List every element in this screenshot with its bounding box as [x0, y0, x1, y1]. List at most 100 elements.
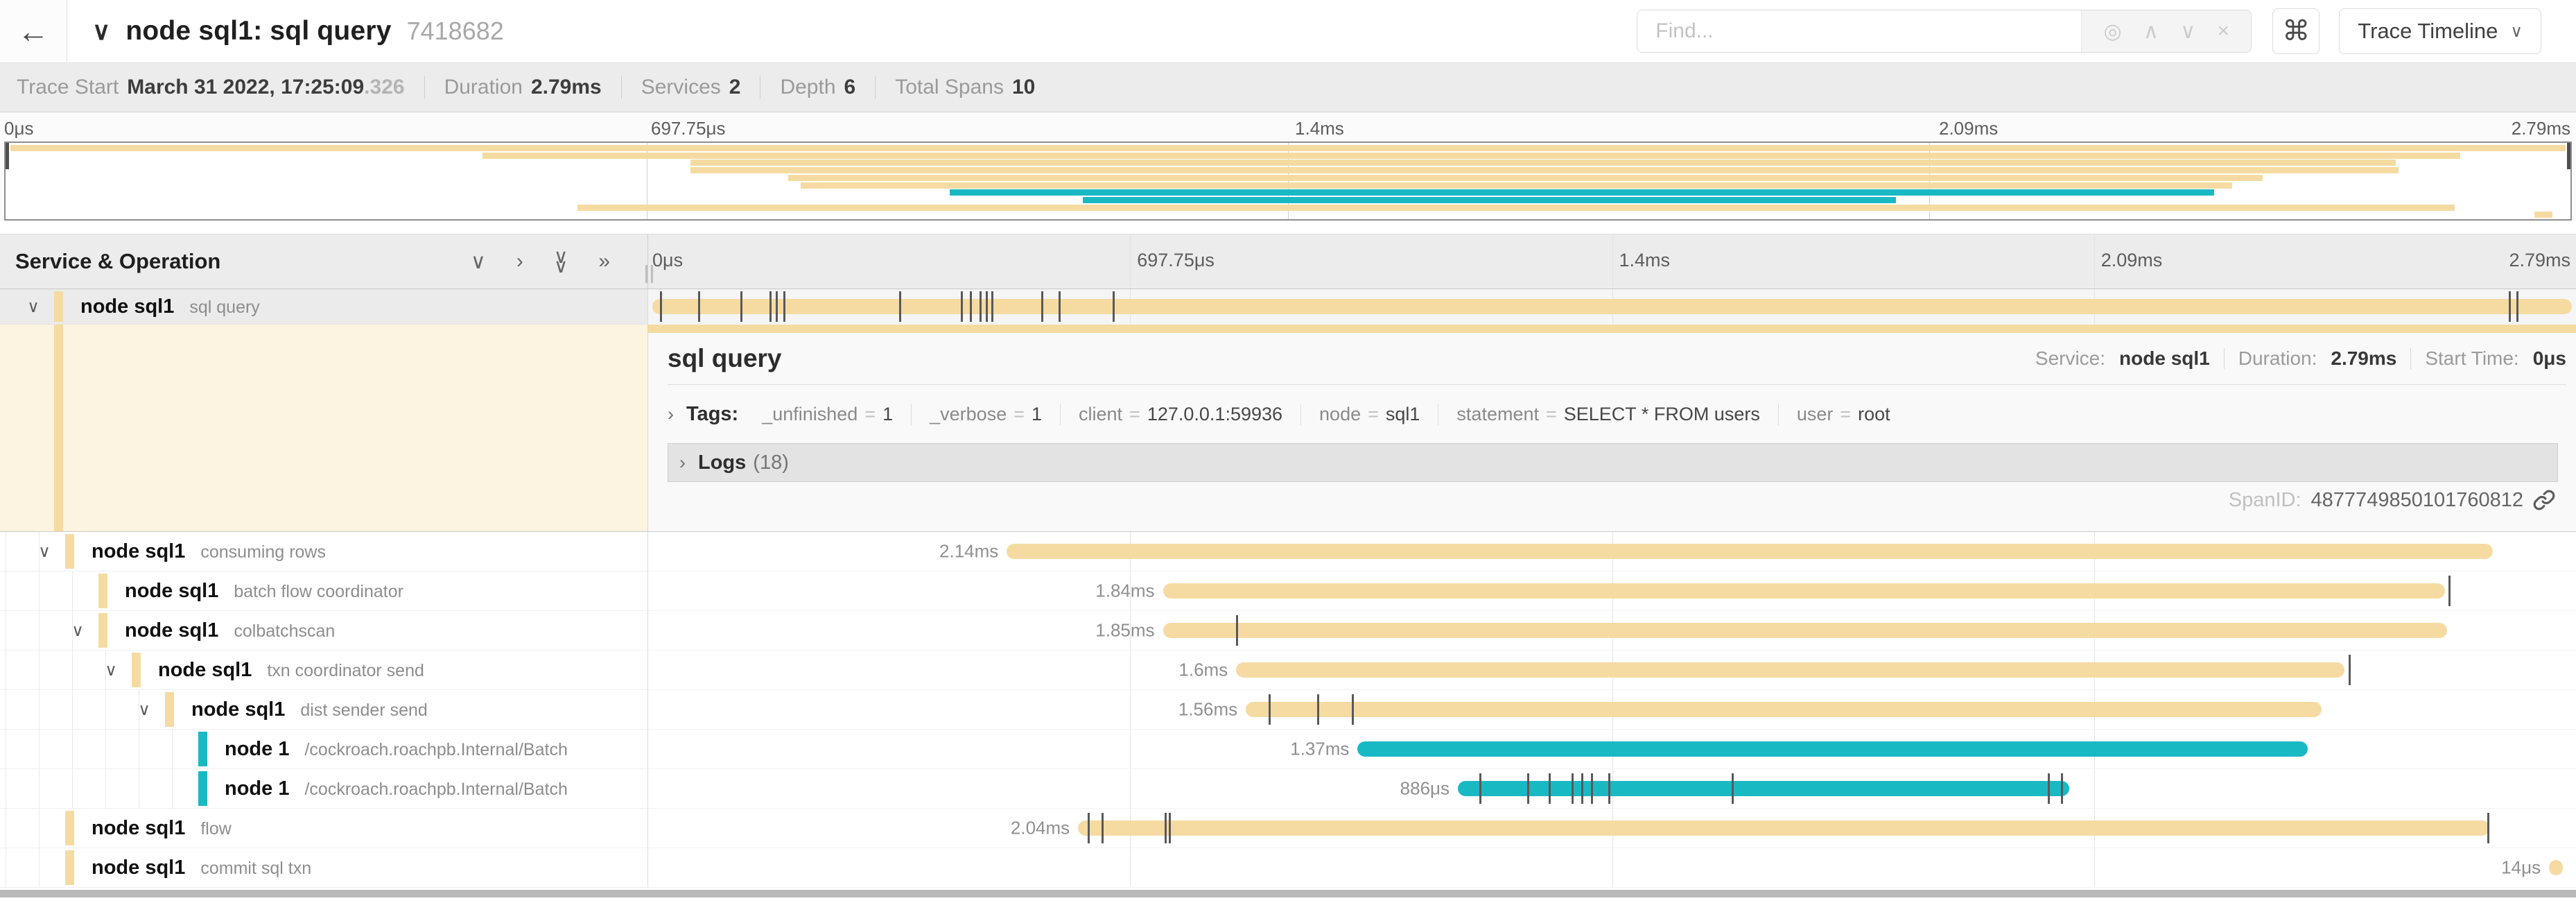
span-bar[interactable]: [1163, 623, 2447, 638]
service-color-accent: [54, 291, 63, 322]
span-bar[interactable]: [1163, 583, 2445, 599]
span-bar[interactable]: [1236, 662, 2344, 678]
title-collapse-icon[interactable]: ∨: [92, 17, 110, 46]
span-bar-cell[interactable]: 2.04ms: [648, 809, 2576, 848]
keyboard-shortcuts-button[interactable]: ⌘: [2272, 8, 2320, 54]
trace-title-group: ∨ node sql1: sql query 7418682: [92, 16, 504, 46]
back-button[interactable]: ←: [0, 0, 67, 62]
indent-guide: [105, 730, 106, 768]
span-operation-name: colbatchscan: [234, 621, 335, 642]
log-marker: [1317, 694, 1319, 725]
span-operation-name: dist sender send: [300, 700, 427, 721]
depth-value: 6: [844, 76, 856, 99]
log-marker: [1591, 773, 1593, 804]
expand-all-icon[interactable]: »: [598, 250, 610, 273]
log-marker: [1732, 773, 1734, 804]
prev-match-icon[interactable]: ∧: [2143, 19, 2159, 44]
clear-find-icon[interactable]: ×: [2217, 19, 2229, 43]
span-bar[interactable]: [2549, 860, 2562, 875]
span-tree-item[interactable]: ∨ node sql1 sql query: [0, 289, 648, 325]
scroll-to-match-icon[interactable]: ◎: [2104, 19, 2122, 44]
span-service-name: node sql1: [80, 295, 174, 318]
span-tree-item[interactable]: node sql1batch flow coordinator: [0, 571, 648, 611]
service-color-accent: [132, 653, 141, 687]
log-marker: [970, 291, 972, 322]
log-marker: [698, 291, 700, 322]
chevron-down-icon[interactable]: ∨: [130, 700, 158, 720]
span-tree-item[interactable]: ∨node sql1colbatchscan: [0, 611, 648, 651]
trace-view-selector[interactable]: Trace Timeline ∨: [2339, 8, 2541, 54]
log-marker: [1527, 773, 1529, 804]
horizontal-scrollbar[interactable]: [0, 890, 2576, 897]
logs-label: Logs: [698, 452, 746, 474]
span-tree-item[interactable]: node 1/cockroach.roachpb.Internal/Batch: [0, 730, 648, 769]
span-operation-name: sql query: [189, 298, 259, 318]
chevron-down-icon[interactable]: ∨: [64, 621, 92, 641]
span-row: ∨ node sql1 sql query: [0, 289, 2576, 325]
tags-row[interactable]: › Tags: _unfinished=1 _verbose=1 client=…: [668, 385, 2566, 443]
trace-summary-bar: Trace Start March 31 2022, 17:25:09 .326…: [0, 63, 2576, 112]
service-color-accent: [65, 534, 74, 569]
span-tree-item[interactable]: node sql1commit sql txn: [0, 848, 648, 888]
total-spans-label: Total Spans: [895, 76, 1004, 99]
span-row: node sql1batch flow coordinator 1.84ms: [0, 571, 2576, 611]
span-bar-cell[interactable]: 1.37ms: [648, 730, 2576, 769]
next-match-icon[interactable]: ∨: [2180, 19, 2195, 44]
span-bar[interactable]: [1007, 544, 2493, 559]
minimap-canvas[interactable]: [4, 141, 2572, 221]
span-bar-cell[interactable]: 1.56ms: [648, 690, 2576, 730]
span-tree-item[interactable]: ∨node sql1consuming rows: [0, 532, 648, 571]
span-bar-cell[interactable]: 14μs: [648, 848, 2576, 888]
span-service-name: node sql1: [92, 817, 185, 840]
find-controls: ◎ ∧ ∨ ×: [2081, 10, 2251, 52]
log-marker: [2516, 291, 2518, 322]
indent-guide: [72, 571, 73, 610]
span-tree-item[interactable]: node sql1 flow: [0, 809, 648, 848]
link-icon[interactable]: [2533, 489, 2555, 511]
logs-accordion[interactable]: › Logs (18): [668, 443, 2558, 482]
minimap-span-bar: [690, 167, 2399, 173]
span-bar-cell[interactable]: 1.85ms: [648, 611, 2576, 651]
log-marker: [1113, 291, 1115, 322]
chevron-down-icon[interactable]: ∨: [97, 660, 125, 680]
span-duration-label: 1.84ms: [1095, 580, 1154, 602]
find-input[interactable]: [1637, 10, 2081, 52]
chevron-down-icon[interactable]: ∨: [31, 542, 58, 562]
minimap-span-bar: [577, 205, 2455, 211]
span-tree-item[interactable]: ∨node sql1txn coordinator send: [0, 651, 648, 690]
span-detail-title: sql query: [668, 344, 782, 373]
span-bar[interactable]: [1357, 741, 2308, 757]
collapse-all-icon[interactable]: ∨∨: [554, 252, 568, 271]
timeline-ruler: 0μs697.75μs1.4ms2.09ms2.79ms: [648, 234, 2576, 289]
minimap-time-labels: 0μs697.75μs1.4ms2.09ms2.79ms: [0, 112, 2576, 140]
service-color-accent: [65, 811, 74, 845]
span-rows-top: ∨ node sql1 sql query: [0, 289, 2576, 325]
span-operation-name: flow: [200, 819, 231, 839]
span-duration-label: 886μs: [1400, 778, 1450, 800]
span-tree-item[interactable]: ∨node sql1dist sender send: [0, 690, 648, 730]
span-bar-cell[interactable]: [648, 289, 2576, 325]
span-operation-name: /cockroach.roachpb.Internal/Batch: [304, 780, 567, 800]
collapse-one-icon[interactable]: ∨: [471, 250, 486, 274]
span-bar-cell[interactable]: 1.84ms: [648, 571, 2576, 611]
chevron-right-icon[interactable]: ›: [668, 404, 674, 425]
span-detail-meta: Service: node sql1 Duration: 2.79ms Star…: [2035, 347, 2566, 370]
chevron-down-icon[interactable]: ∨: [19, 297, 47, 317]
viewport-right-scrubber[interactable]: [2567, 143, 2570, 169]
duration-label: Duration: [444, 76, 523, 99]
viewport-left-scrubber[interactable]: [6, 143, 9, 169]
expand-one-icon[interactable]: ›: [516, 250, 523, 273]
span-bar-cell[interactable]: 1.6ms: [648, 651, 2576, 690]
indent-guide: [39, 769, 40, 808]
span-bar-cell[interactable]: 2.14ms: [648, 532, 2576, 571]
indent-guide: [39, 848, 40, 887]
span-bar[interactable]: [1246, 702, 2322, 717]
service-operation-title: Service & Operation: [15, 249, 220, 274]
service-label: Service:: [2035, 347, 2105, 370]
span-tree-item[interactable]: node 1/cockroach.roachpb.Internal/Batch: [0, 769, 648, 809]
span-id-label: SpanID:: [2229, 489, 2301, 512]
span-bar[interactable]: [652, 299, 2573, 314]
span-bar[interactable]: [1078, 820, 2489, 836]
span-rows: ∨node sql1consuming rows 2.14ms node sql…: [0, 532, 2576, 888]
span-bar-cell[interactable]: 886μs: [648, 769, 2576, 809]
